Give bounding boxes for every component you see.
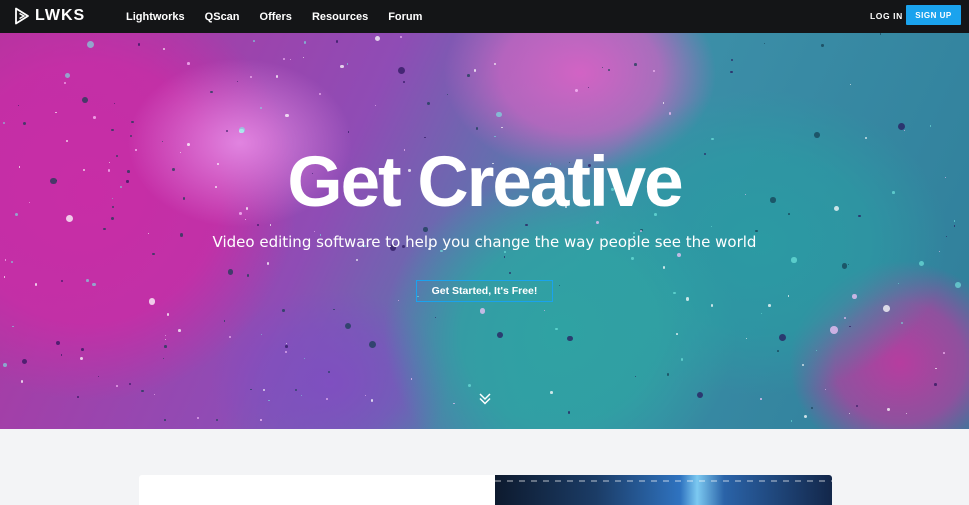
brand-name: LWKS: [35, 7, 86, 24]
nav-link-lightworks[interactable]: Lightworks: [126, 11, 185, 23]
hero-section: Get Creative Video editing software to h…: [0, 33, 969, 429]
double-chevron-down-icon[interactable]: [478, 392, 492, 406]
nav-link-resources[interactable]: Resources: [312, 11, 368, 23]
feature-card: [139, 475, 495, 505]
login-link[interactable]: LOG IN: [870, 11, 903, 21]
brand-logo[interactable]: LWKS: [14, 7, 85, 25]
top-navbar: LWKS Lightworks QScan Offers Resources F…: [0, 0, 969, 33]
hero-title: Get Creative: [287, 143, 683, 222]
play-logo-icon: [15, 7, 29, 25]
feature-image: [495, 475, 832, 505]
hero-subtitle: Video editing software to help you chang…: [212, 233, 757, 251]
signup-button[interactable]: SIGN UP: [906, 5, 961, 25]
nav-link-qscan[interactable]: QScan: [205, 11, 240, 23]
nav-link-forum[interactable]: Forum: [388, 11, 422, 23]
get-started-button[interactable]: Get Started, It's Free!: [416, 280, 553, 302]
nav-links: Lightworks QScan Offers Resources Forum: [126, 0, 442, 33]
nav-link-offers[interactable]: Offers: [260, 11, 292, 23]
